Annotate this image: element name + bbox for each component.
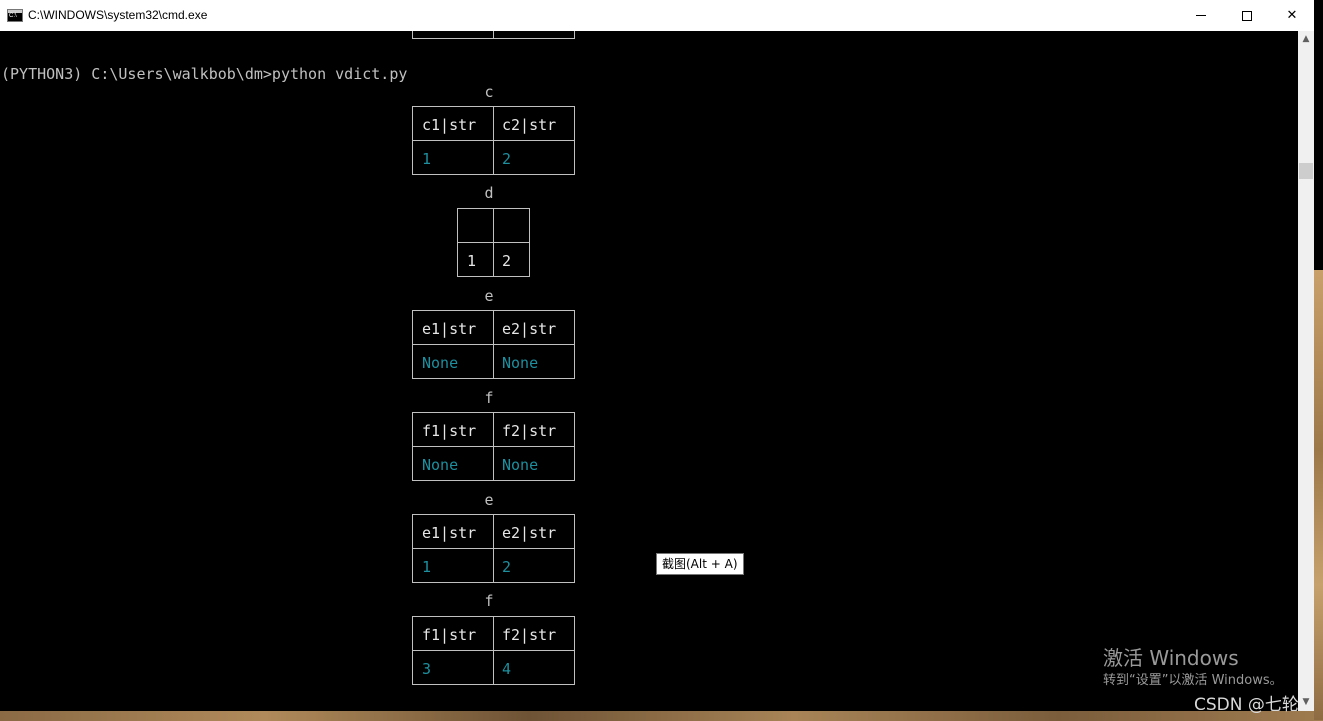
table-value-cell: None [422,354,459,372]
table-scrolled-off [412,31,575,39]
table-header-cell: e1|str [422,320,477,338]
desktop-wallpaper-edge [1314,270,1323,720]
table-value-cell: 1 [422,558,432,576]
minimize-button[interactable] [1178,0,1224,31]
table-value-cell: 1 [422,150,432,168]
table-header-cell: f2|str [502,422,557,440]
command-prompt: (PYTHON3) C:\Users\walkbob\dm>python vdi… [1,65,408,83]
table-header-cell: e1|str [422,524,477,542]
activation-watermark-title: 激活 Windows [1103,646,1239,670]
csdn-watermark: CSDN @七轮 [1194,695,1299,715]
cmd-window: C:\WINDOWS\system32\cmd.exe ✕ (PYTHON3) … [0,0,1314,711]
window-title: C:\WINDOWS\system32\cmd.exe [28,8,208,22]
table-value-cell: 2 [502,150,512,168]
table-value-cell: None [422,456,459,474]
table-title: f [484,389,494,407]
cmd-icon [7,9,23,22]
vertical-scrollbar[interactable]: ▲ ▼ [1298,31,1314,711]
maximize-button[interactable] [1224,0,1270,31]
table-header-cell: f2|str [502,626,557,644]
table-value-cell: 2 [502,558,512,576]
table-divider [493,209,494,276]
scroll-down-arrow-icon[interactable]: ▼ [1298,694,1314,711]
console-output[interactable]: (PYTHON3) C:\Users\walkbob\dm>python vdi… [0,31,1298,711]
close-button[interactable]: ✕ [1269,0,1315,31]
table-divider [493,31,494,38]
table-divider [493,311,494,378]
title-bar[interactable]: C:\WINDOWS\system32\cmd.exe ✕ [0,0,1314,31]
activation-watermark-subtitle: 转到“设置”以激活 Windows。 [1103,673,1283,688]
table-header-cell: c1|str [422,116,477,134]
table-title: e [484,287,494,305]
desktop-wallpaper [0,710,1323,721]
close-icon: ✕ [1286,8,1298,23]
table-value-cell: None [502,456,539,474]
table-e: e1|str e2|str None None [412,310,575,379]
table-title: f [484,592,494,610]
table-header-cell: e2|str [502,524,557,542]
table-d: 1 2 [457,208,530,277]
table-title: d [484,184,494,202]
table-divider [493,515,494,582]
table-value-cell: 2 [502,252,512,270]
maximize-icon [1242,10,1252,21]
table-value-cell: 3 [422,660,432,678]
table-f: f1|str f2|str 3 4 [412,616,575,685]
scroll-up-arrow-icon[interactable]: ▲ [1298,31,1314,48]
table-c: c1|str c2|str 1 2 [412,106,575,175]
table-e: e1|str e2|str 1 2 [412,514,575,583]
screenshot-tooltip: 截图(Alt + A) [656,553,744,575]
table-value-cell: 4 [502,660,512,678]
table-title: c [484,83,494,101]
table-value-cell: 1 [467,252,477,270]
scroll-thumb[interactable] [1299,163,1313,179]
table-header-cell: f1|str [422,422,477,440]
table-header-cell: c2|str [502,116,557,134]
table-divider [493,617,494,684]
table-f: f1|str f2|str None None [412,412,575,481]
table-divider [493,107,494,174]
table-header-cell: f1|str [422,626,477,644]
minimize-icon [1196,15,1206,16]
table-header-cell: e2|str [502,320,557,338]
table-title: e [484,491,494,509]
table-divider [493,413,494,480]
table-value-cell: None [502,354,539,372]
